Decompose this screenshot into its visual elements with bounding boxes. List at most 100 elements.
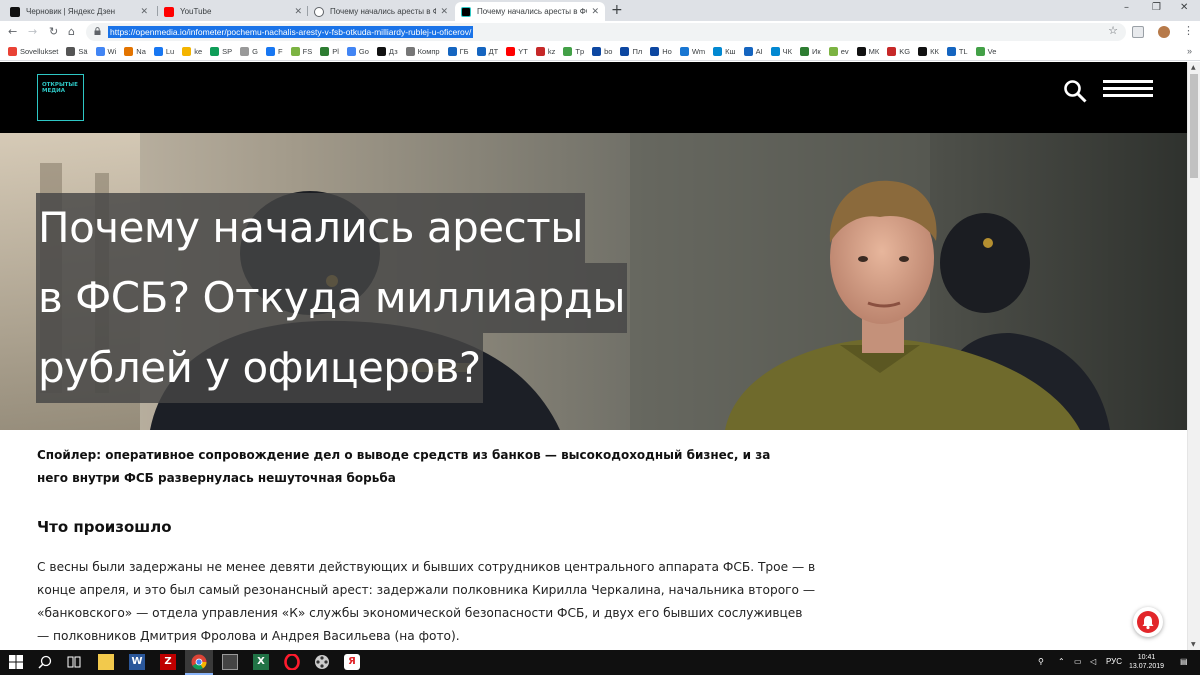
filezilla-icon[interactable]: Z: [160, 654, 176, 670]
youtube-icon: [164, 6, 174, 17]
bookmark-item[interactable]: Ve: [975, 47, 996, 56]
calculator-icon[interactable]: [222, 654, 238, 670]
close-tab-icon[interactable]: ✕: [140, 6, 148, 17]
chrome-icon[interactable]: [191, 654, 207, 670]
bookmark-item[interactable]: Na: [124, 47, 146, 56]
bookmark-item[interactable]: SP: [210, 47, 232, 56]
scroll-up-icon[interactable]: ▲: [1191, 64, 1196, 71]
lock-icon[interactable]: [94, 27, 101, 35]
bookmark-item[interactable]: Дз: [376, 47, 398, 56]
home-button[interactable]: ⌂: [68, 24, 75, 40]
search-icon[interactable]: [1063, 79, 1087, 103]
bookmark-favicon-icon: [124, 47, 134, 56]
notifications-icon[interactable]: ▤: [1180, 657, 1188, 666]
reload-button[interactable]: ↻: [49, 24, 58, 40]
bookmark-favicon-icon: [506, 47, 516, 56]
bookmark-item[interactable]: Кш: [713, 47, 736, 56]
bookmark-item[interactable]: FS: [290, 47, 312, 56]
notification-bell-button[interactable]: [1133, 607, 1163, 637]
bookmark-item[interactable]: KG: [887, 47, 910, 56]
system-clock[interactable]: 10:41 13.07.2019: [1129, 653, 1164, 671]
people-icon[interactable]: ⚲: [1038, 657, 1044, 666]
bookmark-item[interactable]: ДТ: [476, 47, 498, 56]
bookmark-label: Ик: [812, 47, 821, 56]
tab-title: YouTube: [180, 7, 212, 16]
input-language[interactable]: РУС: [1106, 657, 1122, 666]
close-window-button[interactable]: ✕: [1180, 2, 1188, 13]
close-tab-icon[interactable]: ✕: [294, 6, 302, 17]
bookmark-item[interactable]: ГБ: [447, 47, 469, 56]
bookmark-favicon-icon: [535, 47, 545, 56]
bookmark-item[interactable]: YT: [506, 47, 528, 56]
page-scrollbar[interactable]: ▲ ▼: [1187, 62, 1200, 650]
bookmark-label: Wm: [691, 47, 706, 56]
bookmark-item[interactable]: Компр: [405, 47, 440, 56]
bookmark-item[interactable]: Но: [650, 47, 672, 56]
bookmark-label: Na: [136, 47, 146, 56]
bookmark-item[interactable]: МК: [856, 47, 879, 56]
bookmark-item[interactable]: Wm: [679, 47, 706, 56]
word-icon[interactable]: W: [129, 654, 145, 670]
bookmark-item[interactable]: Lu: [153, 47, 174, 56]
bookmark-item[interactable]: ev: [828, 47, 849, 56]
bookmark-item[interactable]: Ик: [800, 47, 821, 56]
bookmark-item[interactable]: G: [240, 47, 258, 56]
close-tab-icon[interactable]: ✕: [591, 6, 599, 17]
tray-chevron-icon[interactable]: ⌃: [1058, 657, 1065, 666]
extension-icon[interactable]: [1132, 26, 1144, 38]
bookmark-item[interactable]: Пл: [620, 47, 642, 56]
bookmark-item[interactable]: КК: [918, 47, 939, 56]
bookmark-star-icon[interactable]: ☆: [1108, 24, 1118, 37]
browser-menu-icon[interactable]: ⋮: [1183, 23, 1194, 39]
opera-icon[interactable]: [284, 654, 300, 670]
bookmark-item[interactable]: Sä: [66, 47, 88, 56]
search-icon[interactable]: [37, 654, 53, 670]
bookmark-item[interactable]: F: [266, 47, 283, 56]
bookmark-item[interactable]: Pl: [320, 47, 339, 56]
url-text[interactable]: https://openmedia.io/infometer/pochemu-n…: [108, 26, 474, 38]
bookmarks-overflow-button[interactable]: »: [1187, 46, 1192, 56]
hamburger-menu-icon[interactable]: [1103, 80, 1153, 98]
bookmark-item[interactable]: Go: [346, 47, 369, 56]
bookmark-item[interactable]: ke: [182, 47, 202, 56]
close-tab-icon[interactable]: ✕: [440, 6, 448, 17]
scrollbar-thumb[interactable]: [1190, 74, 1198, 178]
bookmark-item[interactable]: kz: [535, 47, 555, 56]
yandex-browser-icon[interactable]: Я: [344, 654, 360, 670]
bookmark-item[interactable]: ЧК: [770, 47, 792, 56]
bookmark-label: bo: [604, 47, 613, 56]
bookmark-favicon-icon: [476, 47, 486, 56]
bookmark-item[interactable]: Wi: [95, 47, 117, 56]
task-view-icon[interactable]: [66, 654, 82, 670]
bookmark-label: Wi: [107, 47, 117, 56]
bookmark-favicon-icon: [153, 47, 163, 56]
tab-3-active[interactable]: Почему начались аресты в ФСБ ✕: [455, 2, 605, 21]
bookmark-item[interactable]: TL: [946, 47, 968, 56]
profile-avatar[interactable]: [1158, 26, 1170, 38]
bookmark-label: F: [278, 47, 283, 56]
new-tab-button[interactable]: +: [611, 2, 623, 19]
forward-button[interactable]: →: [28, 24, 37, 40]
page-viewport: открытые медиа: [0, 62, 1187, 650]
volume-icon[interactable]: ◁: [1090, 657, 1096, 666]
back-button[interactable]: ←: [8, 24, 17, 40]
network-icon[interactable]: ▭: [1074, 657, 1082, 666]
bookmark-item[interactable]: Sovellukset: [8, 47, 58, 56]
bookmark-item[interactable]: AI: [743, 47, 763, 56]
file-explorer-icon[interactable]: [98, 654, 114, 670]
maximize-button[interactable]: ❐: [1152, 2, 1161, 13]
minimize-button[interactable]: –: [1124, 2, 1129, 13]
scroll-down-icon[interactable]: ▼: [1191, 641, 1196, 648]
site-logo[interactable]: открытые медиа: [37, 74, 84, 121]
tab-1[interactable]: YouTube ✕: [158, 2, 308, 21]
excel-icon[interactable]: X: [253, 654, 269, 670]
bookmark-item[interactable]: bo: [592, 47, 612, 56]
bookmark-item[interactable]: Tp: [563, 47, 584, 56]
address-bar[interactable]: https://openmedia.io/infometer/pochemu-n…: [86, 23, 1126, 41]
film-reel-icon[interactable]: [314, 654, 330, 670]
windows-start-icon[interactable]: [8, 654, 24, 670]
tab-2[interactable]: Почему начались аресты в ФСБ ✕: [308, 2, 454, 21]
bookmark-label: Sovellukset: [20, 47, 59, 56]
bookmark-favicon-icon: [8, 47, 17, 56]
tab-0[interactable]: Черновик | Яндекс Дзен ✕: [4, 2, 154, 21]
